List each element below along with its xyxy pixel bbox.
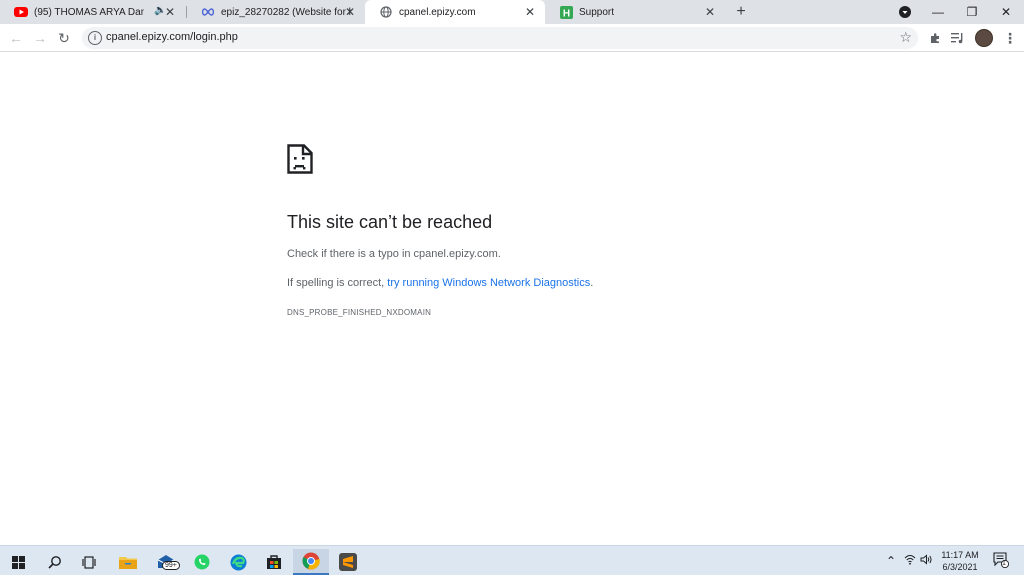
youtube-icon [14,5,28,19]
diagnostics-prefix: If spelling is correct, [287,277,388,289]
tab-title: epiz_28270282 (Website for haik [221,6,351,18]
new-tab-button[interactable]: + [731,2,751,22]
error-diagnostics-hint: If spelling is correct, try running Wind… [287,277,593,289]
globe-icon [379,5,393,19]
edge-icon[interactable] [220,549,256,575]
store-icon[interactable] [256,549,292,575]
browser-toolbar: ← → ↻ i cpanel.epizy.com/login.php ☆ ⋮ [0,24,1024,52]
close-window-button[interactable]: ✕ [996,2,1016,22]
info-icon[interactable]: i [88,31,102,45]
chrome-taskbar-icon[interactable] [293,549,329,575]
restore-button[interactable]: ❐ [962,2,982,22]
close-tab-icon[interactable]: ✕ [163,5,177,19]
extensions-icon[interactable] [925,28,945,48]
support-h-icon: H [559,5,573,19]
sublime-text-icon[interactable] [330,549,366,575]
tab-youtube[interactable]: (95) THOMAS ARYA Dan IPA 🔈 ✕ [0,0,185,24]
svg-text:H: H [562,8,569,19]
infinity-icon [201,5,215,19]
mail-badge: 99+ [162,561,180,570]
clock-time: 11:17 AM [941,550,979,560]
media-control-icon[interactable] [948,28,968,48]
notification-count: 1 [1002,560,1006,567]
close-tab-icon[interactable]: ✕ [703,5,717,19]
address-bar[interactable]: i cpanel.epizy.com/login.php ☆ [82,27,918,49]
file-explorer-icon[interactable] [110,549,146,575]
start-button[interactable] [0,549,36,575]
tray-chevron-icon[interactable]: ⌃ [886,554,896,568]
notification-center-icon[interactable]: 1 [993,552,1010,571]
network-diagnostics-link[interactable]: try running Windows Network Diagnostics [387,277,590,289]
error-typo-hint: Check if there is a typo in cpanel.epizy… [287,248,501,260]
error-title: This site can’t be reached [287,212,493,232]
back-button[interactable]: ← [6,28,26,48]
tab-strip: (95) THOMAS ARYA Dan IPA 🔈 ✕ epiz_282702… [0,0,1024,24]
tab-support[interactable]: H Support ✕ [545,0,725,24]
close-tab-icon[interactable]: ✕ [343,5,357,19]
profile-avatar[interactable] [975,29,993,47]
mail-icon[interactable]: 99+ [150,549,186,575]
diagnostics-suffix: . [590,277,594,289]
reload-button[interactable]: ↻ [54,28,74,48]
clock-date: 6/3/2021 [942,562,978,572]
bookmark-star-icon[interactable]: ☆ [899,29,912,46]
tab-epiz[interactable]: epiz_28270282 (Website for haik ✕ [187,0,365,24]
sad-page-icon [287,144,313,174]
error-code: DNS_PROBE_FINISHED_NXDOMAIN [287,308,432,317]
windows-taskbar: 99+ ⌃ 11:17 AM 6/3/2021 1 [0,545,1024,575]
task-view-icon[interactable] [71,549,107,575]
system-clock[interactable]: 11:17 AM 6/3/2021 [936,549,984,573]
minimize-button[interactable]: — [928,2,948,22]
close-tab-icon[interactable]: ✕ [523,5,537,19]
volume-icon[interactable] [920,554,933,568]
tab-title: (95) THOMAS ARYA Dan IPA [34,6,144,18]
chrome-menu-icon[interactable]: ⋮ [1000,28,1020,48]
wifi-icon[interactable] [904,554,916,568]
url-text[interactable]: cpanel.epizy.com/login.php [106,31,238,43]
forward-button[interactable]: → [30,28,50,48]
tab-cpanel-active[interactable]: cpanel.epizy.com ✕ [365,0,545,24]
search-icon[interactable] [37,549,73,575]
whatsapp-icon[interactable] [184,549,220,575]
profile-dropdown-icon[interactable] [895,2,915,22]
